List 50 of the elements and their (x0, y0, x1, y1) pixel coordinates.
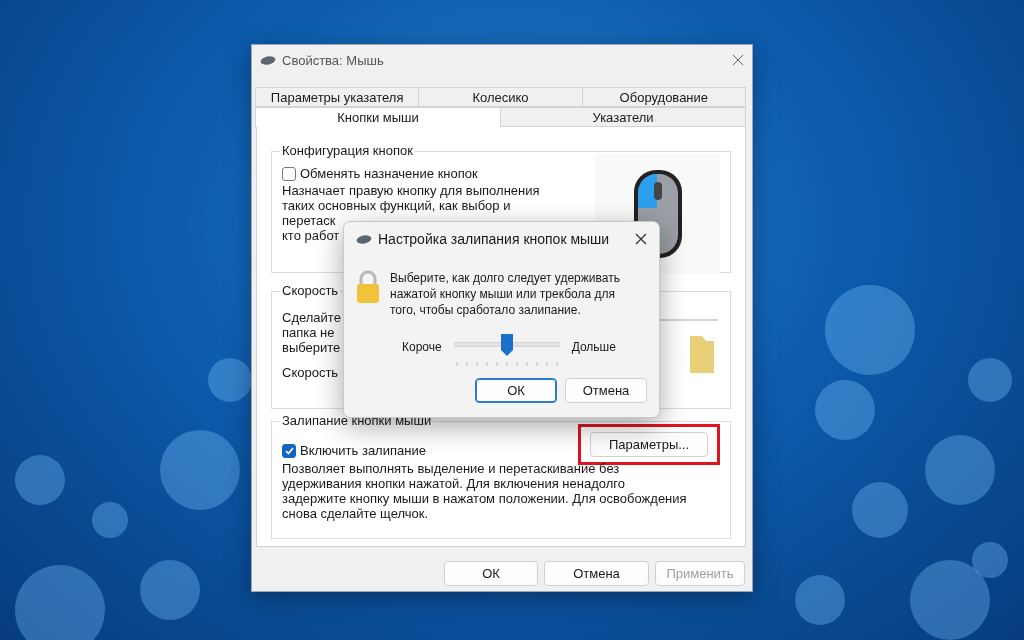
slider-min-label: Короче (402, 340, 442, 354)
description-line: того, чтобы сработало залипание. (390, 302, 581, 318)
tab[interactable]: Указатели (500, 107, 746, 127)
tab[interactable]: Колесико (418, 87, 583, 107)
bokeh-light (208, 358, 252, 402)
description-line: кто работ (282, 228, 340, 243)
slider-max-label: Дольше (571, 340, 616, 354)
settings-button[interactable]: Параметры... (590, 432, 708, 457)
description-line: выберите (282, 340, 341, 355)
close-icon[interactable] (635, 233, 647, 245)
dialog-button[interactable]: ОК (444, 561, 538, 586)
description-line: таких основных функций, как выбор и (282, 198, 511, 213)
description-line: удерживания кнопки нажатой. Для включения ненадолго (282, 476, 625, 491)
mouse-icon (260, 55, 276, 65)
group-title: Конфигурация кнопок (280, 143, 415, 158)
close-icon[interactable] (732, 54, 744, 66)
bokeh-light (852, 482, 908, 538)
dialog-button[interactable]: Отмена (565, 378, 647, 403)
padlock-icon (356, 270, 380, 304)
description-line: задержите кнопку мыши в нажатом положении. Для освобождения (282, 491, 687, 506)
tab[interactable]: Оборудование (581, 87, 746, 107)
description-line: снова сделайте щелчок. (282, 506, 429, 521)
window-title: Свойства: Мышь (282, 52, 385, 68)
checkbox-label: Обменять назначение кнопок (300, 166, 478, 181)
bokeh-light (795, 575, 845, 625)
bokeh-light (925, 435, 995, 505)
dialog-button[interactable]: Отмена (544, 561, 649, 586)
description-line: Сделайте (282, 310, 341, 325)
bokeh-light (140, 560, 200, 620)
description-line: Выберите, как долго следует удерживать (390, 270, 620, 286)
dialog-title: Настройка залипания кнопок мыши (378, 231, 611, 247)
bokeh-light (815, 380, 875, 440)
mouse-icon (356, 234, 372, 244)
bokeh-light (968, 358, 1012, 402)
slider-thumb[interactable] (500, 334, 513, 356)
tab[interactable]: Параметры указателя (255, 87, 420, 107)
dialog-button[interactable]: ОК (475, 378, 557, 403)
checkbox[interactable] (282, 166, 296, 181)
description-line: папка не (282, 325, 335, 340)
tab[interactable]: Кнопки мыши (255, 107, 501, 127)
description-line: Позволяет выполнять выделение и перетаскивание без (282, 461, 620, 476)
group-title: Скорость (280, 283, 341, 298)
checkbox[interactable] (282, 443, 296, 458)
checkbox-label: Включить залипание (300, 443, 426, 458)
speed-label: Скорость (282, 365, 339, 380)
description-line: перетаск (282, 213, 336, 228)
bokeh-light (92, 502, 128, 538)
description-line: нажатой кнопку мыши или трекбола для (390, 286, 615, 302)
bokeh-light (15, 455, 65, 505)
description-line: Назначает правую кнопку для выполнения (282, 183, 540, 198)
